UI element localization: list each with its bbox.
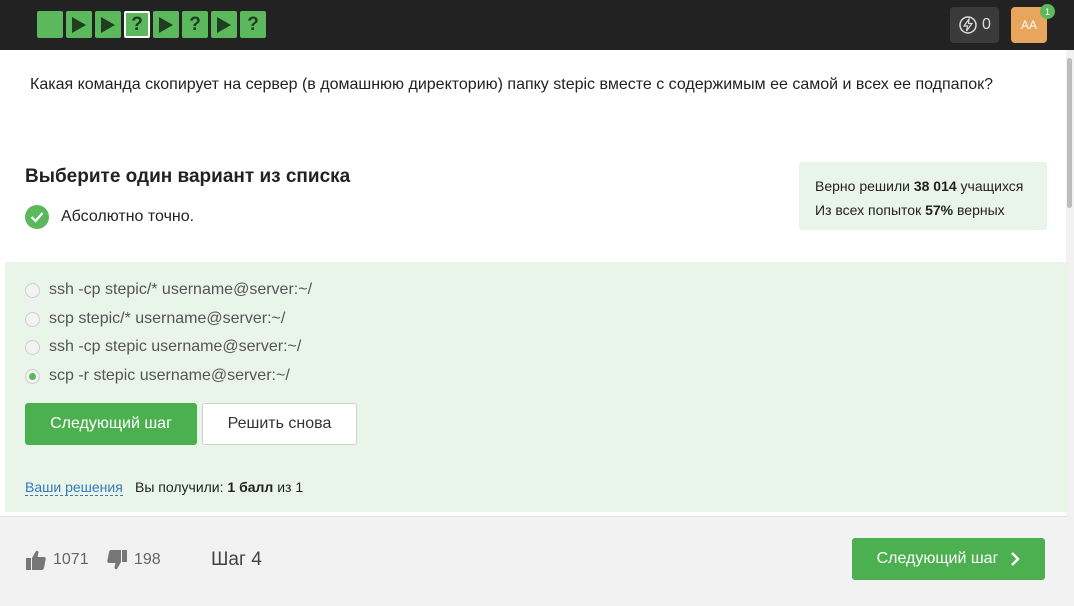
play-icon [159, 16, 173, 33]
stats-attempts-suffix: верных [953, 202, 1005, 218]
stats-attempts-prefix: Из всех попыток [815, 202, 926, 218]
option-2[interactable]: scp stepic/* username@server:~/ [25, 310, 285, 328]
stats-solved-suffix: учащихся [956, 178, 1024, 194]
option-label: scp stepic/* username@server:~/ [49, 310, 286, 327]
play-icon [72, 16, 86, 33]
step-footer: 1071 198 Шаг 4 Следующий шаг [0, 516, 1066, 606]
quiz-icon: ? [189, 13, 201, 35]
score-text: Вы получили: 1 балл из 1 [135, 479, 303, 495]
like-button[interactable]: 1071 [25, 549, 89, 571]
like-count: 1071 [53, 551, 89, 568]
feedback-row: Абсолютно точно. [25, 205, 194, 229]
question-text: Какая команда скопирует на сервер (в дом… [30, 76, 994, 93]
feedback-text: Абсолютно точно. [61, 208, 195, 225]
step-8-button[interactable]: ? [240, 11, 266, 38]
lesson-steps-nav: ? ? ? [37, 11, 266, 38]
step-1-button[interactable] [37, 11, 63, 38]
answers-panel: ssh -cp stepic/* username@server:~/ scp … [5, 262, 1068, 512]
option-3[interactable]: ssh -cp stepic username@server:~/ [25, 338, 301, 356]
option-4[interactable]: scp -r stepic username@server:~/ [25, 367, 290, 385]
thumbs-up-icon [26, 550, 46, 570]
retry-button[interactable]: Решить снова [202, 403, 357, 445]
step-number: Шаг 4 [211, 549, 262, 570]
option-label: ssh -cp stepic/* username@server:~/ [49, 281, 313, 298]
stats-solved-line: Верно решили 38 014 учащихся [815, 174, 1031, 198]
footer-next-step-button[interactable]: Следующий шаг [852, 538, 1045, 580]
quiz-icon: ? [247, 13, 259, 35]
radio-button[interactable] [25, 311, 40, 327]
radio-button[interactable] [25, 282, 40, 298]
stats-attempts-percent: 57% [925, 202, 954, 218]
stats-panel: Верно решили 38 014 учащихся Из всех поп… [799, 162, 1047, 230]
step-2-button[interactable] [66, 11, 92, 38]
check-circle-icon [25, 205, 49, 229]
score-suffix: из 1 [273, 479, 304, 495]
step-5-button[interactable] [153, 11, 179, 38]
chevron-right-icon [1011, 552, 1021, 566]
step-7-button[interactable] [211, 11, 237, 38]
step-6-button[interactable]: ? [182, 11, 208, 38]
quiz-icon: ? [131, 13, 143, 35]
radio-button-checked[interactable] [25, 368, 40, 384]
stats-solved-prefix: Верно решили [815, 178, 914, 194]
task-title: Выберите один вариант из списка [25, 166, 351, 187]
play-icon [217, 16, 231, 33]
energy-count: 0 [982, 16, 991, 33]
option-label: ssh -cp stepic username@server:~/ [49, 338, 302, 355]
step-3-button[interactable] [95, 11, 121, 38]
option-label: scp -r stepic username@server:~/ [49, 367, 290, 384]
play-icon [101, 16, 115, 33]
thumbs-down-icon [107, 550, 127, 570]
next-step-button[interactable]: Следующий шаг [25, 403, 197, 445]
radio-button[interactable] [25, 339, 40, 355]
stats-attempts-line: Из всех попыток 57% верных [815, 198, 1031, 222]
stats-solved-count: 38 014 [913, 178, 957, 194]
your-solutions-link[interactable]: Ваши решения [25, 479, 123, 496]
step-4-button[interactable]: ? [124, 11, 150, 38]
top-navigation-bar: ? ? ? 0 AA 1 [0, 0, 1074, 50]
scrollbar-thumb[interactable] [1067, 58, 1072, 208]
energy-button[interactable]: 0 [950, 7, 999, 43]
lightning-icon [959, 16, 977, 34]
dislike-count: 198 [134, 551, 161, 568]
option-1[interactable]: ssh -cp stepic/* username@server:~/ [25, 281, 312, 299]
dislike-button[interactable]: 198 [106, 549, 161, 571]
score-value: 1 балл [227, 479, 274, 495]
footer-next-label: Следующий шаг [876, 550, 999, 567]
score-prefix: Вы получили: [135, 479, 228, 495]
notification-badge: 1 [1040, 4, 1055, 19]
